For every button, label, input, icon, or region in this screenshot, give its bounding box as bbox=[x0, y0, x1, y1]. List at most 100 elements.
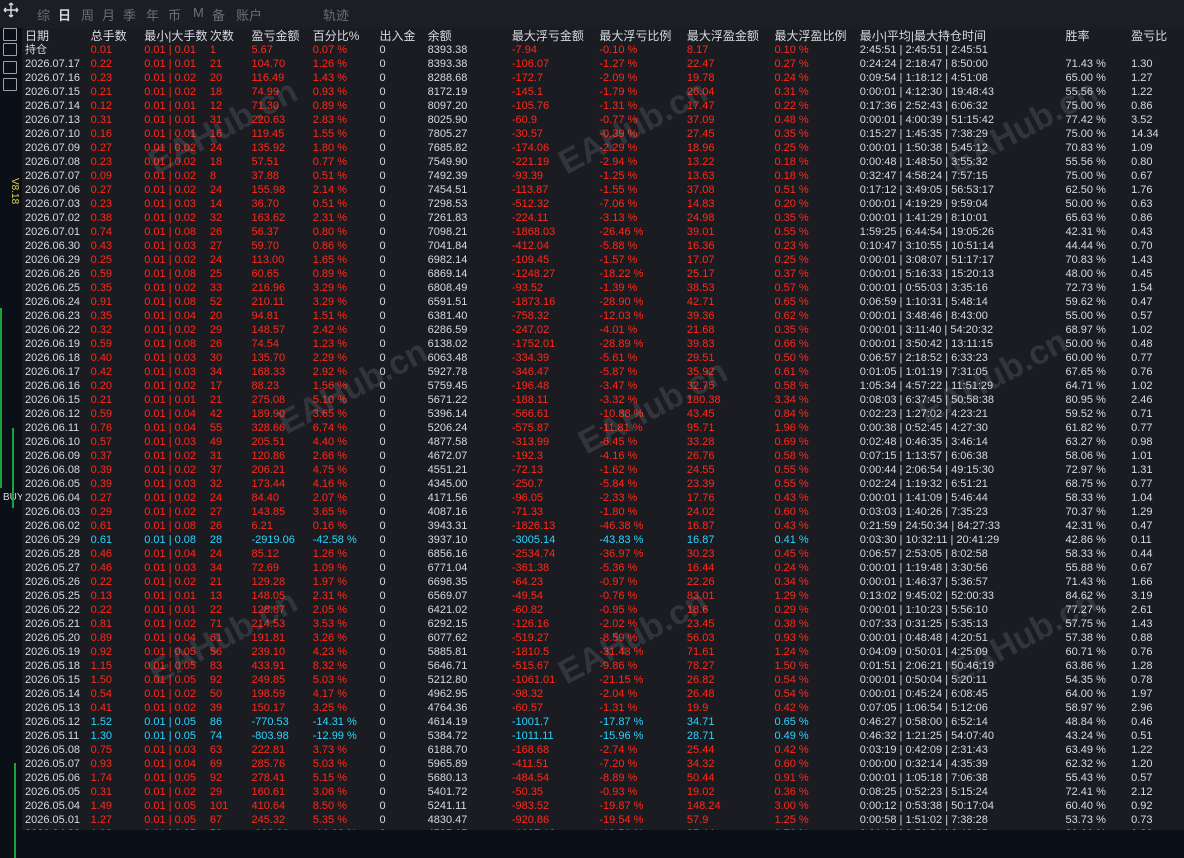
table-cell: 0.80 bbox=[1131, 156, 1153, 168]
window-icon[interactable] bbox=[3, 78, 17, 91]
table-row[interactable]: 2026.05.20 0.89 0.01 | 0.04 61 191.81 3.26 % 0… bbox=[22, 631, 1184, 645]
help-icon[interactable] bbox=[3, 43, 17, 56]
table-row[interactable]: 2026.05.11 1.30 0.01 | 0.05 74 -803.98 -12.99… bbox=[22, 729, 1184, 743]
table-row[interactable]: 2026.06.29 0.25 0.01 | 0.02 24 113.00 1.65 % 0… bbox=[22, 253, 1184, 267]
table-row[interactable]: 2026.07.08 0.23 0.01 | 0.02 18 57.51 0.77 % 0 7… bbox=[22, 155, 1184, 169]
tab-account[interactable]: 账户 bbox=[236, 5, 262, 24]
table-row[interactable]: 2026.06.26 0.59 0.01 | 0.08 25 60.65 0.89 % 0 6… bbox=[22, 267, 1184, 281]
table-cell: -515.67 bbox=[511, 660, 550, 672]
table-row[interactable]: 2026.07.13 0.31 0.01 | 0.01 31 220.63 2.83 % 0… bbox=[22, 113, 1184, 127]
table-row[interactable]: 2026.06.03 0.29 0.01 | 0.02 27 143.85 3.65 % 0… bbox=[22, 505, 1184, 519]
tab-year[interactable]: 年 bbox=[146, 5, 159, 24]
column-header[interactable]: 最大浮盈比例 bbox=[771, 28, 856, 43]
table-row[interactable]: 2026.05.14 0.54 0.01 | 0.02 50 198.59 4.17 % 0… bbox=[22, 687, 1184, 701]
column-header[interactable]: 最小|大手数 bbox=[141, 28, 207, 43]
table-row[interactable]: 2026.05.12 1.52 0.01 | 0.05 86 -770.53 -14.31… bbox=[22, 715, 1184, 729]
table-cell: 2026.06.23 bbox=[25, 310, 81, 322]
table-row[interactable]: 2026.06.02 0.61 0.01 | 0.08 26 6.21 0.16 % 0 39… bbox=[22, 519, 1184, 533]
table-cell: -43.83 % bbox=[599, 534, 644, 546]
table-row[interactable]: 2026.06.16 0.20 0.01 | 0.02 17 88.23 1.56 % 0 5… bbox=[22, 379, 1184, 393]
table-cell: 0 bbox=[379, 548, 386, 560]
tab-magic[interactable]: M bbox=[193, 5, 204, 20]
table-row[interactable]: 2026.05.28 0.46 0.01 | 0.04 24 85.12 1.26 % 0 6… bbox=[22, 547, 1184, 561]
table-row[interactable]: 2026.05.06 1.74 0.01 | 0.05 92 278.41 5.15 % 0… bbox=[22, 771, 1184, 785]
table-row[interactable]: 2026.07.16 0.23 0.01 | 0.02 20 116.49 1.43 % 0… bbox=[22, 71, 1184, 85]
table-row[interactable]: 2026.05.15 1.50 0.01 | 0.05 92 249.85 5.03 % 0… bbox=[22, 673, 1184, 687]
table-row[interactable]: 2026.05.21 0.81 0.01 | 0.02 71 214.53 3.53 % 0… bbox=[22, 617, 1184, 631]
column-header[interactable]: 次数 bbox=[207, 28, 249, 43]
tab-month[interactable]: 月 bbox=[102, 5, 115, 24]
table-row[interactable]: 2026.07.14 0.12 0.01 | 0.01 12 71.30 0.89 % 0 8… bbox=[22, 99, 1184, 113]
table-cell: 0.43 % bbox=[774, 520, 809, 532]
table-row[interactable]: 2026.06.18 0.40 0.01 | 0.03 30 135.70 2.29 % 0… bbox=[22, 351, 1184, 365]
table-cell: 5965.89 bbox=[427, 758, 468, 770]
column-header[interactable]: 盈亏比 bbox=[1128, 28, 1184, 43]
table-row[interactable]: 2026.05.07 0.93 0.01 | 0.04 69 285.76 5.03 % 0… bbox=[22, 757, 1184, 771]
table-row[interactable]: 2026.05.29 0.61 0.01 | 0.08 28 -2919.06 -42.5… bbox=[22, 533, 1184, 547]
table-row[interactable]: 2026.07.17 0.22 0.01 | 0.01 21 104.70 1.26 % 0… bbox=[22, 57, 1184, 71]
table-row[interactable]: 2026.06.08 0.39 0.01 | 0.02 37 206.21 4.75 % 0… bbox=[22, 463, 1184, 477]
column-header[interactable]: 出入金 bbox=[376, 28, 424, 43]
column-header[interactable]: 胜率 bbox=[1062, 28, 1128, 43]
table-row[interactable]: 2026.05.26 0.22 0.01 | 0.02 21 129.28 1.97 % 0… bbox=[22, 575, 1184, 589]
table-cell: -46.38 % bbox=[599, 520, 644, 532]
table-row[interactable]: 2026.06.04 0.27 0.01 | 0.02 24 84.40 2.07 % 0 4… bbox=[22, 491, 1184, 505]
table-cell: 58.33 % bbox=[1065, 548, 1106, 560]
table-cell: 0.71 bbox=[1131, 408, 1153, 420]
open-position-row[interactable]: 持仓 0.01 0.01 | 0.01 1 5.67 0.07 % 0 8393.38 -7.9… bbox=[22, 43, 1184, 57]
column-header[interactable]: 总手数 bbox=[88, 28, 142, 43]
table-row[interactable]: 2026.06.05 0.39 0.01 | 0.03 32 173.44 4.16 % 0… bbox=[22, 477, 1184, 491]
tab-day[interactable]: 日 bbox=[58, 5, 71, 24]
table-row[interactable]: 2026.06.19 0.59 0.01 | 0.08 26 74.54 1.23 % 0 6… bbox=[22, 337, 1184, 351]
column-header[interactable]: 最大浮亏金额 bbox=[509, 28, 597, 43]
table-cell: -72.13 bbox=[511, 464, 544, 476]
column-header[interactable]: 最大浮亏比例 bbox=[596, 28, 684, 43]
table-row[interactable]: 2026.07.01 0.74 0.01 | 0.08 26 56.37 0.80 % 0 7… bbox=[22, 225, 1184, 239]
table-row[interactable]: 2026.06.09 0.37 0.01 | 0.02 31 120.86 2.66 % 0… bbox=[22, 449, 1184, 463]
tab-summary[interactable]: 综 bbox=[37, 5, 50, 24]
column-header[interactable]: 余额 bbox=[425, 28, 509, 43]
grid-icon[interactable] bbox=[3, 61, 17, 74]
table-row[interactable]: 2026.05.22 0.22 0.01 | 0.01 22 128.87 2.05 % 0… bbox=[22, 603, 1184, 617]
table-row[interactable]: 2026.05.05 0.31 0.01 | 0.02 29 160.61 3.06 % 0… bbox=[22, 785, 1184, 799]
table-row[interactable]: 2026.06.17 0.42 0.01 | 0.03 34 168.33 2.92 % 0… bbox=[22, 365, 1184, 379]
table-row[interactable]: 2026.05.08 0.75 0.01 | 0.03 63 222.81 3.73 % 0… bbox=[22, 743, 1184, 757]
column-header[interactable]: 日期 bbox=[22, 28, 88, 43]
table-row[interactable]: 2026.07.15 0.21 0.01 | 0.02 18 74.99 0.93 % 0 8… bbox=[22, 85, 1184, 99]
table-row[interactable]: 2026.06.12 0.59 0.01 | 0.04 42 189.90 3.65 % 0… bbox=[22, 407, 1184, 421]
table-row[interactable]: 2026.05.04 1.49 0.01 | 0.05 101 410.64 8.50 %… bbox=[22, 799, 1184, 813]
table-row[interactable]: 2026.06.10 0.57 0.01 | 0.03 49 205.51 4.40 % 0… bbox=[22, 435, 1184, 449]
column-header[interactable]: 最小|平均|最大持仓时间 bbox=[857, 28, 1063, 43]
move-icon[interactable] bbox=[3, 2, 19, 18]
table-row[interactable]: 2026.06.22 0.32 0.01 | 0.02 29 148.57 2.42 % 0… bbox=[22, 323, 1184, 337]
table-row[interactable]: 2026.07.10 0.16 0.01 | 0.01 16 119.45 1.55 % 0… bbox=[22, 127, 1184, 141]
tab-week[interactable]: 周 bbox=[81, 5, 94, 24]
table-row[interactable]: 2026.06.30 0.43 0.01 | 0.03 27 59.70 0.86 % 0 7… bbox=[22, 239, 1184, 253]
table-row[interactable]: 2026.07.03 0.23 0.01 | 0.03 14 36.70 0.51 % 0 7… bbox=[22, 197, 1184, 211]
table-row[interactable]: 2026.07.09 0.27 0.01 | 0.02 24 135.92 1.80 % 0… bbox=[22, 141, 1184, 155]
table-row[interactable]: 2026.06.11 0.76 0.01 | 0.04 55 328.66 6.74 % 0… bbox=[22, 421, 1184, 435]
table-cell: 0.86 bbox=[1131, 212, 1153, 224]
table-row[interactable]: 2026.05.01 1.27 0.01 | 0.05 67 245.32 5.35 % 0… bbox=[22, 813, 1184, 827]
table-row[interactable]: 2026.05.18 1.15 0.01 | 0.05 83 433.91 8.32 % 0… bbox=[22, 659, 1184, 673]
table-row[interactable]: 2026.05.13 0.41 0.01 | 0.02 39 150.17 3.25 % 0… bbox=[22, 701, 1184, 715]
table-cell: 2026.06.09 bbox=[25, 450, 81, 462]
tab-track[interactable]: 轨迹 bbox=[323, 5, 349, 24]
table-row[interactable]: 2026.07.02 0.38 0.01 | 0.02 32 163.62 2.31 % 0… bbox=[22, 211, 1184, 225]
column-header[interactable]: 盈亏金额 bbox=[248, 28, 309, 43]
column-header[interactable]: 最大浮盈金额 bbox=[684, 28, 772, 43]
table-row[interactable]: 2026.06.25 0.35 0.01 | 0.02 33 216.96 3.29 % 0… bbox=[22, 281, 1184, 295]
table-row[interactable]: 2026.06.23 0.35 0.01 | 0.04 20 94.81 1.51 % 0 6… bbox=[22, 309, 1184, 323]
tab-currency[interactable]: 币 bbox=[168, 5, 181, 24]
table-row[interactable]: 2026.05.19 0.92 0.01 | 0.05 56 239.10 4.23 % 0… bbox=[22, 645, 1184, 659]
table-row[interactable]: 2026.07.07 0.09 0.01 | 0.02 8 37.88 0.51 % 0 74… bbox=[22, 169, 1184, 183]
column-header[interactable]: 百分比% bbox=[310, 28, 377, 43]
table-row[interactable]: 2026.07.06 0.27 0.01 | 0.02 24 155.98 2.14 % 0… bbox=[22, 183, 1184, 197]
table-row[interactable]: 2026.06.15 0.21 0.01 | 0.01 21 275.08 5.10 % 0… bbox=[22, 393, 1184, 407]
calendar-icon[interactable] bbox=[3, 28, 17, 41]
tab-note[interactable]: 备 bbox=[212, 5, 225, 24]
tab-quarter[interactable]: 季 bbox=[123, 5, 136, 24]
table-row[interactable]: 2026.05.25 0.13 0.01 | 0.01 13 148.05 2.31 % 0… bbox=[22, 589, 1184, 603]
table-row[interactable]: 2026.06.24 0.91 0.01 | 0.08 52 210.11 3.29 % 0… bbox=[22, 295, 1184, 309]
table-row[interactable]: 2026.05.27 0.46 0.01 | 0.03 34 72.69 1.09 % 0 6… bbox=[22, 561, 1184, 575]
